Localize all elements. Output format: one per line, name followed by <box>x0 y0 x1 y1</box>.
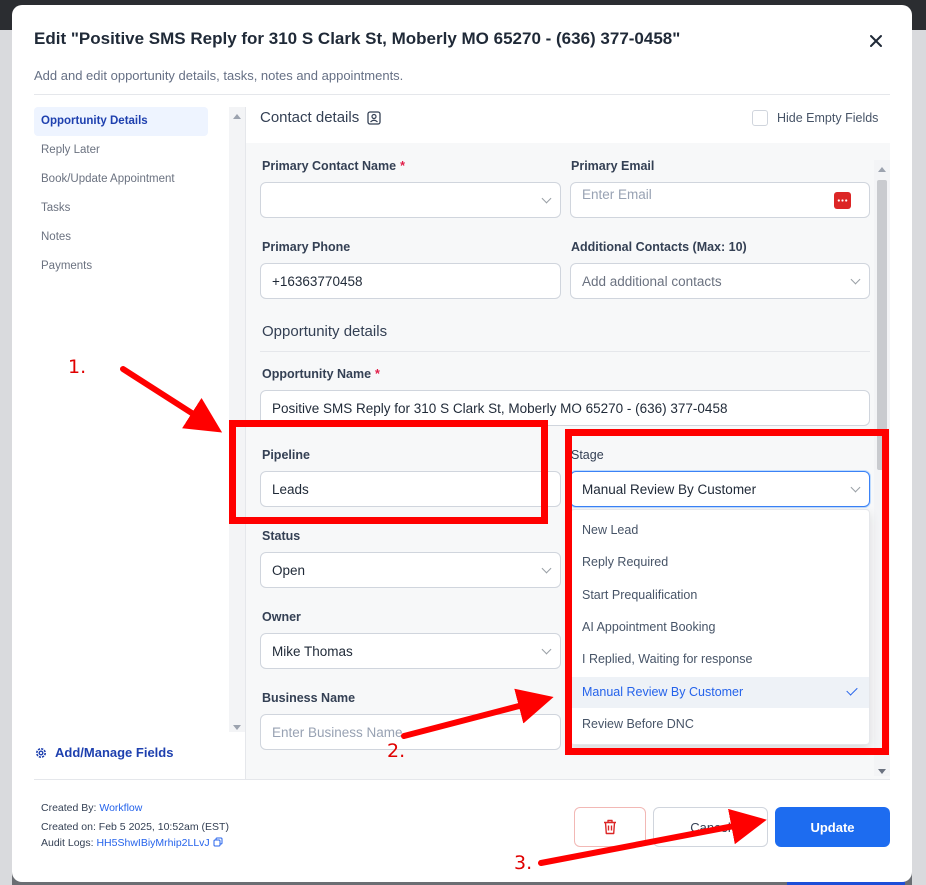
add-manage-fields-link[interactable]: Add/Manage Fields <box>34 745 173 760</box>
primary-contact-select[interactable] <box>260 182 561 218</box>
scroll-up-icon[interactable] <box>878 167 886 172</box>
scroll-up-icon[interactable] <box>233 114 241 119</box>
gear-icon <box>36 747 46 758</box>
cancel-button[interactable]: Cancel <box>653 807 768 847</box>
contact-card-icon <box>367 110 381 125</box>
scroll-down-icon[interactable] <box>233 725 241 730</box>
audit-log-id[interactable]: HH5ShwIBiyMrhip2LLvJ <box>96 837 209 849</box>
hide-empty-fields-checkbox[interactable] <box>752 110 768 126</box>
status-label: Status <box>262 529 301 543</box>
annotation-step-2: 2. <box>387 740 406 762</box>
opportunity-details-title: Opportunity details <box>262 323 388 340</box>
created-on: Created on: Feb 5 2025, 10:52am (EST) <box>41 821 229 833</box>
modal-subtitle: Add and edit opportunity details, tasks,… <box>34 68 404 83</box>
sidebar-nav: Opportunity Details Reply Later Book/Upd… <box>34 107 208 281</box>
close-icon <box>870 35 882 47</box>
business-name-label: Business Name <box>262 691 356 705</box>
primary-email-placeholder: Enter Email <box>582 187 652 202</box>
opportunity-name-label: Opportunity Name * <box>262 367 380 381</box>
created-by-link[interactable]: Workflow <box>99 802 142 814</box>
delete-button[interactable] <box>574 807 646 847</box>
annotation-box-stage <box>565 429 889 755</box>
annotation-box-pipeline <box>229 420 548 524</box>
background-page-right <box>912 30 926 885</box>
trash-icon <box>604 819 616 835</box>
close-button[interactable] <box>866 31 886 51</box>
primary-contact-label: Primary Contact Name * <box>262 159 405 173</box>
primary-phone-input[interactable]: +16363770458 <box>260 263 561 299</box>
primary-phone-value: +16363770458 <box>272 273 363 289</box>
sidebar-item-book-appointment[interactable]: Book/Update Appointment <box>34 165 208 194</box>
annotation-step-1: 1. <box>68 356 87 378</box>
owner-value: Mike Thomas <box>272 643 353 659</box>
created-by: Created By: Workflow <box>41 802 143 814</box>
background-page-left <box>0 30 12 885</box>
sidebar-item-opportunity-details[interactable]: Opportunity Details <box>34 107 208 136</box>
owner-select[interactable]: Mike Thomas <box>260 633 561 669</box>
scrollbar-thumb[interactable] <box>877 180 887 470</box>
update-button[interactable]: Update <box>775 807 890 847</box>
opportunity-name-value: Positive SMS Reply for 310 S Clark St, M… <box>272 400 728 416</box>
password-manager-icon[interactable] <box>834 192 851 209</box>
business-name-placeholder: Enter Business Name <box>272 724 403 740</box>
copy-icon[interactable] <box>213 837 223 847</box>
primary-email-input[interactable]: Enter Email <box>570 182 870 218</box>
footer-divider <box>34 779 890 780</box>
primary-phone-label: Primary Phone <box>262 240 351 254</box>
primary-email-label: Primary Email <box>571 159 655 173</box>
hide-empty-fields-label: Hide Empty Fields <box>777 111 879 125</box>
status-value: Open <box>272 562 306 578</box>
sidebar-item-payments[interactable]: Payments <box>34 252 208 281</box>
contact-details-header: Contact details <box>260 109 381 126</box>
sidebar-item-tasks[interactable]: Tasks <box>34 194 208 223</box>
contact-details-title: Contact details <box>260 109 360 126</box>
header-divider <box>34 94 890 95</box>
owner-label: Owner <box>262 610 301 624</box>
chevron-down-icon <box>541 563 552 574</box>
status-select[interactable]: Open <box>260 552 561 588</box>
additional-contacts-label: Additional Contacts (Max: 10) <box>571 240 747 254</box>
sidebar-item-notes[interactable]: Notes <box>34 223 208 252</box>
modal-title: Edit "Positive SMS Reply for 310 S Clark… <box>34 29 681 48</box>
annotation-step-3: 3. <box>514 852 533 874</box>
section-divider <box>260 351 870 352</box>
audit-logs: Audit Logs: HH5ShwIBiyMrhip2LLvJ <box>41 837 223 849</box>
hide-empty-fields-toggle[interactable]: Hide Empty Fields <box>752 110 878 126</box>
additional-contacts-select[interactable]: Add additional contacts <box>570 263 870 299</box>
chevron-down-icon <box>850 274 861 285</box>
scroll-down-icon[interactable] <box>878 769 886 774</box>
business-name-input[interactable]: Enter Business Name <box>260 714 561 750</box>
additional-contacts-placeholder: Add additional contacts <box>582 273 722 289</box>
chevron-down-icon <box>541 193 552 204</box>
chevron-down-icon <box>541 644 552 655</box>
sidebar-item-reply-later[interactable]: Reply Later <box>34 136 208 165</box>
add-manage-fields-label: Add/Manage Fields <box>55 745 174 760</box>
